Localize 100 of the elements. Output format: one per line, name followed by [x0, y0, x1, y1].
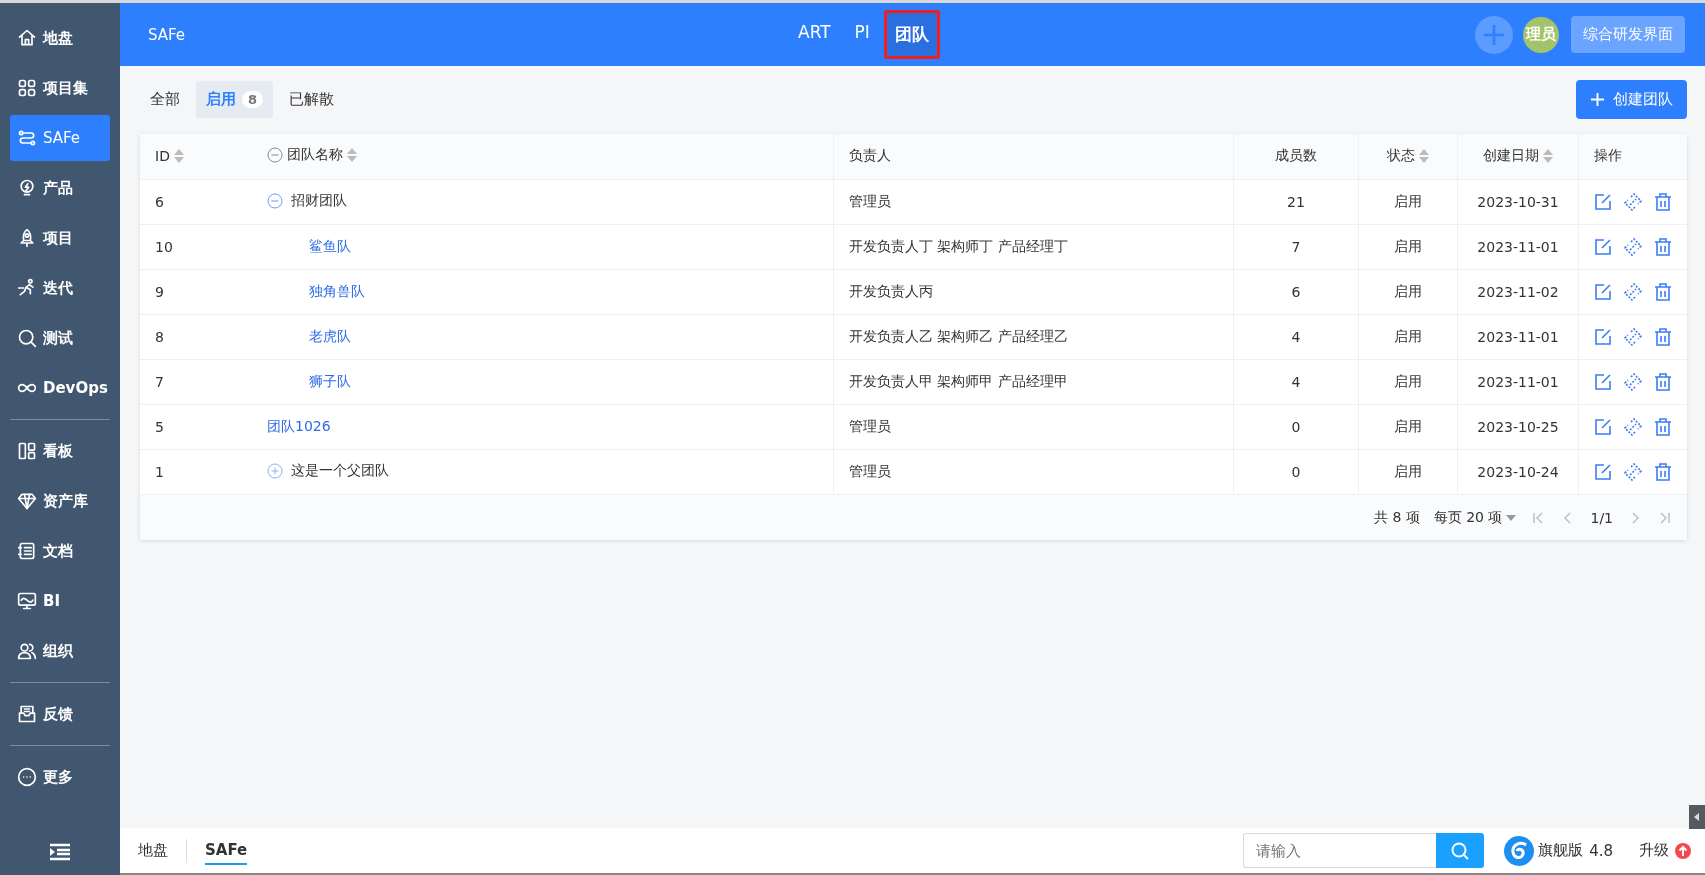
nav-tab[interactable]: PI	[844, 10, 880, 59]
diamond-icon	[17, 491, 37, 511]
table-cell: 启用	[1358, 404, 1458, 449]
monitor-icon	[17, 591, 37, 611]
team-link[interactable]: 老虎队	[309, 327, 351, 346]
sidebar-item[interactable]: 项目集	[10, 65, 110, 111]
table-cell: 2023-11-01	[1457, 314, 1579, 359]
search-icon	[1450, 840, 1471, 861]
table-cell: 2023-11-01	[1457, 359, 1579, 404]
sort-icon[interactable]	[1543, 149, 1553, 164]
upgrade-link[interactable]: 升级	[1639, 841, 1669, 860]
table-cell: 启用	[1358, 269, 1458, 314]
bottom-tab[interactable]: SAFe	[205, 836, 248, 865]
team-name: 招财团队	[291, 191, 347, 210]
sidebar-item[interactable]: 文档	[10, 528, 110, 574]
sidebar-item[interactable]: BI	[10, 578, 110, 624]
team-link[interactable]: 鲨鱼队	[309, 237, 351, 256]
edit-icon[interactable]	[1594, 282, 1612, 301]
sidebar-item[interactable]: 组织	[10, 628, 110, 674]
plus-icon	[1483, 23, 1505, 46]
filter-tab[interactable]: 启用 8	[196, 81, 274, 118]
table-cell: 9	[140, 269, 252, 314]
bulb-icon	[17, 178, 37, 198]
route-icon	[17, 128, 37, 148]
trash-icon[interactable]	[1654, 237, 1672, 256]
collapse-icon[interactable]	[267, 147, 283, 164]
table-cell: 21	[1233, 179, 1359, 224]
edit-icon[interactable]	[1594, 372, 1612, 391]
board-icon	[17, 441, 37, 461]
sidebar-item[interactable]: 迭代	[10, 265, 110, 311]
sidebar-item[interactable]: 产品	[10, 165, 110, 211]
people-icon	[17, 641, 37, 661]
count-badge: 8	[242, 91, 264, 108]
page-size-select[interactable]: 每页 20 项	[1433, 508, 1517, 527]
team-link[interactable]: 狮子队	[309, 372, 351, 391]
document-icon	[17, 541, 37, 561]
column-label: 负责人	[849, 147, 891, 166]
filter-tab[interactable]: 已解散	[279, 81, 345, 118]
column-label: 操作	[1594, 147, 1622, 166]
trash-icon[interactable]	[1654, 282, 1672, 301]
edit-icon[interactable]	[1594, 462, 1612, 481]
create-team-button[interactable]: 创建团队	[1576, 80, 1687, 119]
column-header[interactable]: 创建日期	[1457, 134, 1579, 179]
table-cell: 6	[140, 179, 252, 224]
column-label: 创建日期	[1483, 147, 1539, 166]
search-button[interactable]	[1436, 833, 1485, 868]
edit-icon[interactable]	[1594, 327, 1612, 346]
sort-icon[interactable]	[1419, 149, 1429, 164]
table-cell: 10	[140, 224, 252, 269]
column-header[interactable]: 状态	[1358, 134, 1458, 179]
column-header[interactable]: 团队名称	[252, 134, 834, 179]
sidebar-item[interactable]: DevOps	[10, 365, 110, 411]
plus-icon	[1590, 92, 1605, 107]
sidebar-item[interactable]: 反馈	[10, 691, 110, 737]
sidebar-item[interactable]: 资产库	[10, 478, 110, 524]
trash-icon[interactable]	[1654, 417, 1672, 436]
column-header[interactable]: ID	[140, 134, 252, 179]
sidebar-item[interactable]: SAFe	[10, 115, 110, 161]
sidebar-item[interactable]: 地盘	[10, 15, 110, 61]
edition-label: 旗舰版	[1538, 841, 1584, 860]
collapse-menu-icon[interactable]	[49, 843, 71, 861]
search-icon	[17, 328, 37, 348]
table-cell: 开发负责人乙 架构师乙 产品经理乙	[833, 314, 1234, 359]
side-panel-tab[interactable]	[1689, 805, 1705, 829]
table-cell: 启用	[1358, 314, 1458, 359]
trash-icon[interactable]	[1654, 192, 1672, 211]
sidebar-item[interactable]: 项目	[10, 215, 110, 261]
table-cell: 6	[1233, 269, 1359, 314]
column-label: 团队名称	[287, 146, 343, 165]
version-label: 4.8	[1589, 841, 1613, 860]
table-cell: 7	[140, 359, 252, 404]
search-field[interactable]: 请输入	[1243, 833, 1437, 868]
trash-icon[interactable]	[1654, 327, 1672, 346]
table-cell: 开发负责人甲 架构师甲 产品经理甲	[833, 359, 1234, 404]
table-cell: 2023-11-02	[1457, 269, 1579, 314]
table-cell: 启用	[1358, 359, 1458, 404]
up-arrow-icon	[1675, 842, 1691, 859]
table-cell: 管理员	[833, 179, 1234, 224]
edit-icon[interactable]	[1594, 192, 1612, 211]
edit-icon[interactable]	[1594, 417, 1612, 436]
sidebar-item[interactable]: 测试	[10, 315, 110, 361]
bottom-tab[interactable]: 地盘	[138, 837, 168, 864]
sidebar-item[interactable]: 看板	[10, 428, 110, 474]
edit-icon[interactable]	[1594, 237, 1612, 256]
table-cell: 开发负责人丙	[833, 269, 1234, 314]
team-link[interactable]: 独角兽队	[309, 282, 365, 301]
trash-icon[interactable]	[1654, 372, 1672, 391]
nav-tab[interactable]: ART	[788, 10, 841, 59]
table-cell: 2023-10-31	[1457, 179, 1579, 224]
trash-icon[interactable]	[1654, 462, 1672, 481]
team-link[interactable]: 团队1026	[267, 417, 331, 436]
nav-tab[interactable]: 团队	[883, 10, 940, 59]
sidebar-item[interactable]: 更多	[10, 754, 110, 800]
total-count: 共 8 项	[1373, 508, 1420, 527]
runner-icon	[17, 278, 37, 298]
sort-icon[interactable]	[347, 148, 357, 163]
collapse-icon[interactable]	[267, 192, 283, 209]
table-cell: 启用	[1358, 224, 1458, 269]
filter-tab[interactable]: 全部	[140, 81, 190, 118]
sort-icon[interactable]	[173, 149, 184, 164]
